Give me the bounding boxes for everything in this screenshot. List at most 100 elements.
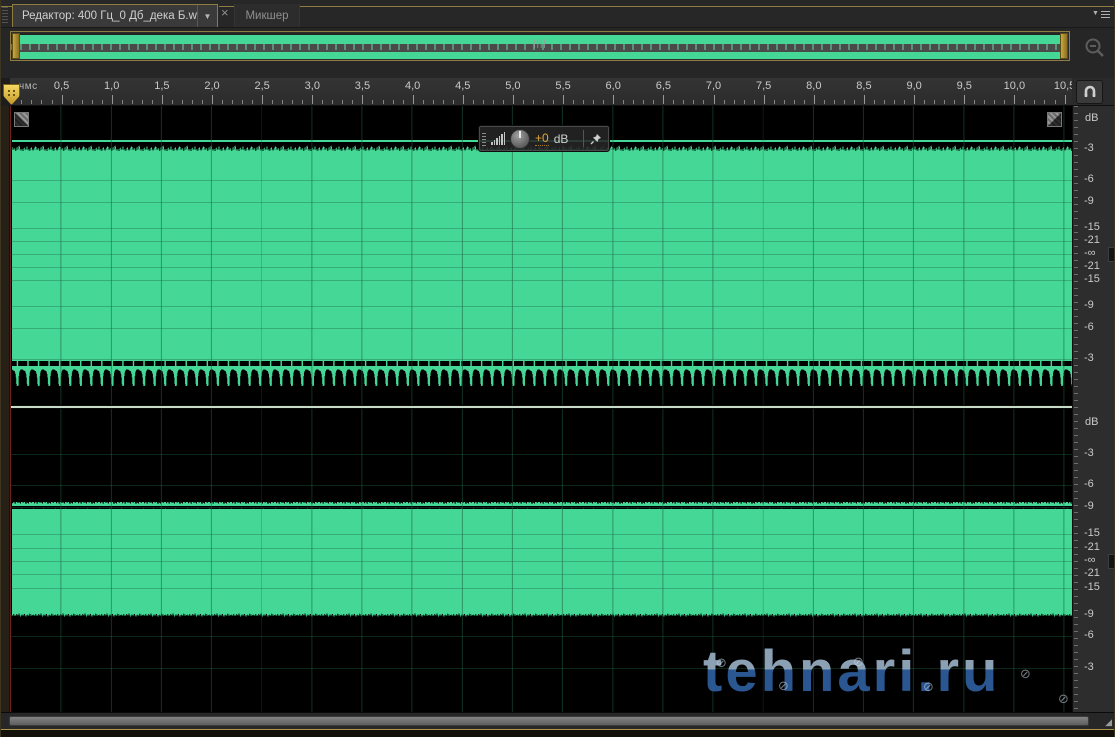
db-scale-label: -6	[1084, 321, 1094, 333]
db-scale-unit: dB	[1085, 112, 1099, 124]
ruler-tick	[793, 100, 795, 104]
overview-center-grip[interactable]: ||||	[533, 39, 546, 48]
ruler-tick	[262, 95, 264, 104]
panel-focus-border	[219, 6, 1114, 7]
ruler-tick	[272, 100, 274, 104]
watermark-screw-icon: ⊘	[923, 679, 934, 694]
gridline	[10, 548, 1072, 549]
gridline	[10, 561, 1072, 562]
gridline	[10, 485, 1072, 486]
tab-editor[interactable]: Редактор: 400 Гц_0 Дб_дека Б.wav ▼	[12, 4, 218, 27]
gridline	[10, 202, 1072, 203]
ruler-tick	[813, 95, 815, 104]
ruler-label: 1,5	[154, 80, 170, 92]
ruler-tick	[994, 100, 996, 104]
ruler-label: 3,5	[354, 80, 371, 92]
overview-strip[interactable]: ||||	[10, 31, 1070, 61]
db-scale-label: -3	[1084, 142, 1094, 154]
fade-out-handle[interactable]	[1047, 112, 1062, 127]
overview-range-handle-left[interactable]	[12, 33, 20, 59]
ruler-tick	[512, 95, 514, 104]
ruler-tick	[884, 100, 885, 104]
level-meter-icon	[491, 132, 505, 145]
db-scale-label: -6	[1084, 629, 1094, 641]
ruler-tick	[1054, 100, 1056, 104]
scale-splitter-top[interactable]	[1108, 247, 1115, 262]
ruler-label: 7,5	[755, 80, 772, 92]
ruler-tick	[141, 100, 143, 104]
ruler-label: 5,0	[505, 80, 521, 92]
ruler-tick	[482, 100, 484, 104]
ruler-tick	[934, 100, 936, 104]
db-scale-label: -6	[1084, 478, 1094, 490]
channel-splitter[interactable]	[10, 406, 1072, 408]
ruler-label: 4,5	[455, 80, 471, 92]
ruler-tick	[853, 100, 855, 104]
tab-mixer[interactable]: Микшер	[234, 4, 300, 27]
ruler-tick	[532, 100, 534, 104]
ruler-tick	[342, 100, 344, 104]
ruler-tick	[914, 95, 916, 104]
ruler-tick	[1024, 100, 1026, 104]
ruler-tick	[171, 100, 173, 104]
pin-icon[interactable]	[589, 132, 603, 146]
panel-menu-icon[interactable]: ▼	[1092, 5, 1112, 21]
ruler-tick	[1014, 95, 1016, 104]
zoom-out-icon[interactable]	[1082, 36, 1108, 60]
db-scale-label: -∞	[1084, 247, 1096, 259]
ruler-tick	[101, 100, 103, 104]
ruler-tick	[522, 100, 524, 104]
scrollbar-thumb[interactable]	[9, 716, 1089, 726]
db-scale[interactable]: dB -3 -6 -9 -15 -21 -∞ -21 -15 -9 -6 -3 dB -3 -6 -9 -15-…	[1072, 106, 1115, 712]
ruler-label: 2,5	[254, 80, 270, 92]
ruler-tick	[964, 95, 966, 104]
gridline	[10, 574, 1072, 575]
ruler-tick	[222, 100, 224, 104]
timeline-ruler[interactable]: чмс 0,5 1,0 1,5 2,0 2,5 3,0 3,5 4,0 4,5 5,0 5,5 6,0…	[10, 78, 1072, 106]
ruler-tick	[131, 100, 133, 104]
ruler-tick	[252, 100, 254, 104]
db-scale-label: -21	[1084, 567, 1100, 579]
ruler-tick	[643, 100, 645, 104]
db-scale-label: -15	[1084, 273, 1100, 285]
close-icon[interactable]: ×	[221, 6, 229, 19]
waveform-display[interactable]: +0 dB tehnari.ru ⊘ ⊘ ⊘ ⊘ ⊘ ⊘	[10, 106, 1072, 712]
gridline	[10, 267, 1072, 268]
ruler-tick	[422, 100, 424, 104]
ruler-tick	[1064, 95, 1066, 104]
ruler-tick	[402, 100, 404, 104]
gridline	[10, 454, 1072, 455]
scroll-corner-grip[interactable]: ◢	[1105, 717, 1112, 728]
snap-button[interactable]	[1076, 80, 1103, 104]
ruler-ticks: 0,5 1,0 1,5 2,0 2,5 3,0 3,5 4,0 4,5 5,0 5,5 6,0 6,5 7…	[10, 78, 1072, 105]
horizontal-scrollbar[interactable]: ◢	[0, 712, 1115, 729]
tab-bar: Редактор: 400 Гц_0 Дб_дека Б.wav ▼ × Мик…	[0, 0, 1115, 28]
hud-grip-icon[interactable]	[482, 131, 486, 146]
gridline	[10, 328, 1072, 329]
volume-hud[interactable]: +0 dB	[478, 125, 610, 152]
scale-splitter-bottom[interactable]	[1108, 554, 1115, 569]
ruler-tick	[362, 95, 364, 104]
panel-grip-icon[interactable]	[2, 5, 8, 23]
volume-knob[interactable]	[510, 128, 530, 149]
db-scale-label: -9	[1084, 195, 1094, 207]
ruler-tick	[121, 100, 123, 104]
ruler-tick	[1004, 100, 1006, 104]
gain-value[interactable]: +0	[535, 131, 549, 146]
ruler-tick	[212, 95, 213, 104]
ruler-tick	[51, 100, 53, 104]
overview-range-handle-right[interactable]	[1060, 33, 1068, 59]
ruler-tick	[723, 100, 725, 104]
watermark-screw-icon: ⊘	[1020, 666, 1031, 681]
ruler-tick	[583, 100, 585, 104]
db-scale-label: -21	[1084, 234, 1100, 246]
ruler-tick	[91, 100, 93, 104]
ruler-tick	[663, 95, 665, 104]
ruler-tick	[1044, 100, 1046, 104]
chevron-down-icon[interactable]: ▼	[197, 5, 217, 27]
ruler-tick	[161, 95, 163, 104]
db-scale-label: -15	[1084, 527, 1100, 539]
db-scale-label: -15	[1084, 581, 1100, 593]
fade-in-handle[interactable]	[14, 112, 29, 127]
ruler-tick	[71, 100, 73, 104]
